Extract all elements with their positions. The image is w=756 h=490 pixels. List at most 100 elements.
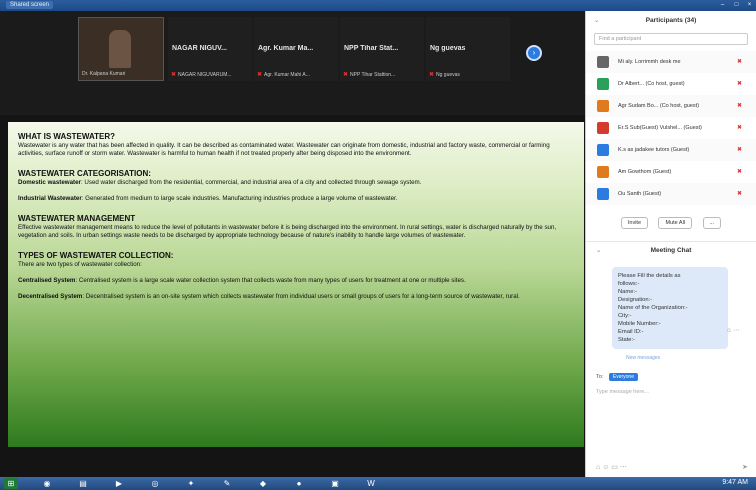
more-button[interactable]: ... xyxy=(702,217,722,229)
participant-search-input[interactable]: Find a participant xyxy=(594,33,748,45)
emoji-icon[interactable]: ☺ xyxy=(602,464,609,471)
participants-header: ⌄ Participants (34) xyxy=(586,11,756,31)
participant-row[interactable]: Am Gowthom (Guest) ✖ xyxy=(586,161,756,183)
slide-paragraph: There are two types of wastewater collec… xyxy=(18,261,142,268)
mic-muted-icon: ✖ xyxy=(736,81,742,87)
slide-paragraph: Decentralised System: Decentralised syst… xyxy=(18,293,520,300)
participant-row[interactable]: Er.S Sub(Guest) Vulshel... (Guest) ✖ xyxy=(586,117,756,139)
avatar xyxy=(597,56,609,68)
maximize-icon[interactable]: □ xyxy=(732,1,741,9)
app-icon[interactable]: ● xyxy=(292,478,306,489)
zoom-icon[interactable]: ▣ xyxy=(328,478,342,489)
format-icon[interactable]: ⌂ xyxy=(596,464,600,471)
title-bar: Shared screen – □ × xyxy=(0,0,756,11)
chrome-icon[interactable]: ◎ xyxy=(148,478,162,489)
more-icon[interactable]: ⋯ xyxy=(620,464,627,471)
chat-line: Name of the Organization:- xyxy=(618,305,688,311)
participant-name: K.s as jadakee tutors (Guest) xyxy=(618,147,690,153)
start-icon[interactable]: ⊞ xyxy=(4,478,18,489)
chat-line: Please Fill the details as xyxy=(618,273,681,279)
self-name: Dr. Kalpana Kumari xyxy=(82,71,126,77)
minimize-icon[interactable]: – xyxy=(718,1,727,9)
video-tile[interactable]: NPP Tihar Stat... ✖ NPP Tihar Stattion... xyxy=(340,17,424,81)
chat-toolbar: ⌂ ☺ ▭ ⋯ ➤ xyxy=(596,463,748,471)
mic-muted-icon: ✖ xyxy=(736,191,742,197)
app-icon[interactable]: ✦ xyxy=(184,478,198,489)
chat-header: ⌄ Meeting Chat xyxy=(586,241,756,259)
chat-line: Email ID:- xyxy=(618,329,644,335)
chat-input[interactable]: Type message here... xyxy=(596,389,746,395)
mute-all-button[interactable]: Mute All xyxy=(658,217,693,229)
slide-paragraph: Wastewater is any water that has been af… xyxy=(18,142,550,157)
chat-message: Please Fill the details as follows:- Nam… xyxy=(612,267,728,349)
slide-paragraph: Industrial Wastewater: Generated from me… xyxy=(18,195,398,202)
media-icon[interactable]: ▶ xyxy=(112,478,126,489)
chat-line: Designation:- xyxy=(618,297,653,303)
recipient-row: To: Everyone xyxy=(596,373,756,383)
participant-name: Agr Sudam Bo... (Co host, guest) xyxy=(618,103,700,109)
avatar xyxy=(597,188,609,200)
chevron-down-icon[interactable]: ⌄ xyxy=(596,242,601,260)
word-icon[interactable]: W xyxy=(364,478,378,489)
participant-row[interactable]: K.s as jadakee tutors (Guest) ✖ xyxy=(586,139,756,161)
send-icon[interactable]: ➤ xyxy=(742,463,748,471)
avatar xyxy=(597,122,609,134)
mic-muted-icon: ✖ xyxy=(343,72,349,78)
participant-name: Er.S Sub(Guest) Vulshel... (Guest) xyxy=(618,125,702,131)
to-label: To: xyxy=(596,374,604,380)
mic-muted-icon: ✖ xyxy=(429,72,435,78)
video-tile[interactable]: Agr. Kumar Ma... ✖ Agr. Kumar Mahi A... xyxy=(254,17,338,81)
new-messages-link[interactable]: New messages xyxy=(626,355,756,361)
participant-name: Dr Albert... (Co host, guest) xyxy=(618,81,685,87)
chat-line: State:- xyxy=(618,337,636,343)
clock: 9:47 AM xyxy=(722,479,748,486)
avatar xyxy=(597,166,609,178)
participant-row[interactable]: Agr Sudam Bo... (Co host, guest) ✖ xyxy=(586,95,756,117)
mic-muted-icon: ✖ xyxy=(736,125,742,131)
slide-heading: WASTEWATER MANAGEMENT xyxy=(18,214,136,223)
meeting-main: Dr. Kalpana Kumari NAGAR NIGUV... ✖ NAGAR… xyxy=(0,11,585,477)
screen: Shared screen – □ × Dr. Kalpana Kumari N… xyxy=(0,0,756,490)
mic-muted-icon: ✖ xyxy=(171,72,177,78)
mic-muted-icon: ✖ xyxy=(736,169,742,175)
folder-icon[interactable]: ▤ xyxy=(76,478,90,489)
participant-list: Mi aly. Lorrimmh desk me ✖ Dr Albert... (… xyxy=(586,51,756,205)
slide-paragraph: Centralised System: Centralised system i… xyxy=(18,277,466,284)
tile-label: Ng guevas xyxy=(436,72,460,78)
tile-name: NAGAR NIGUV... xyxy=(172,45,227,52)
shared-slide: WHAT IS WASTEWATER? Wastewater is any wa… xyxy=(8,122,584,447)
app-icon[interactable]: ✎ xyxy=(220,478,234,489)
mic-muted-icon: ✖ xyxy=(736,59,742,65)
close-icon[interactable]: × xyxy=(745,1,754,9)
next-page-button[interactable]: › xyxy=(526,45,542,61)
slide-heading: WASTEWATER CATEGORISATION: xyxy=(18,169,151,178)
self-video-tile[interactable]: Dr. Kalpana Kumari xyxy=(78,17,164,81)
mic-muted-icon: ✖ xyxy=(736,103,742,109)
avatar xyxy=(597,144,609,156)
participant-name: Am Gowthom (Guest) xyxy=(618,169,672,175)
window-tab[interactable]: Shared screen xyxy=(6,1,54,9)
tile-name: Agr. Kumar Ma... xyxy=(258,45,314,52)
browser-icon[interactable]: ◉ xyxy=(40,478,54,489)
chat-line: Mobile Number:- xyxy=(618,321,661,327)
participant-actions: Invite Mute All ... xyxy=(586,211,756,229)
message-more-icon[interactable]: ☺ ⋯ xyxy=(726,327,740,334)
app-icon[interactable]: ◆ xyxy=(256,478,270,489)
invite-button[interactable]: Invite xyxy=(620,217,649,229)
slide-heading: WHAT IS WASTEWATER? xyxy=(18,132,116,141)
chat-line: City:- xyxy=(618,313,632,319)
slide-heading: TYPES OF WASTEWATER COLLECTION: xyxy=(18,251,174,260)
file-icon[interactable]: ▭ xyxy=(611,464,618,471)
video-tile[interactable]: Ng guevas ✖ Ng guevas xyxy=(426,17,510,81)
recipient-select[interactable]: Everyone xyxy=(608,373,638,381)
participant-row[interactable]: Ou Santh (Guest) ✖ xyxy=(586,183,756,205)
video-tile[interactable]: NAGAR NIGUV... ✖ NAGAR NIGUVARUM... xyxy=(168,17,252,81)
collapse-icon[interactable]: ⌄ xyxy=(594,11,599,31)
avatar xyxy=(597,78,609,90)
tile-label: Agr. Kumar Mahi A... xyxy=(264,72,310,78)
slide-paragraph: Domestic wastewater: Used water discharg… xyxy=(18,179,422,186)
participant-row[interactable]: Dr Albert... (Co host, guest) ✖ xyxy=(586,73,756,95)
side-panel: ⌄ Participants (34) Find a participant M… xyxy=(585,11,756,477)
participant-row[interactable]: Mi aly. Lorrimmh desk me ✖ xyxy=(586,51,756,73)
chat-line: follows:- xyxy=(618,281,640,287)
